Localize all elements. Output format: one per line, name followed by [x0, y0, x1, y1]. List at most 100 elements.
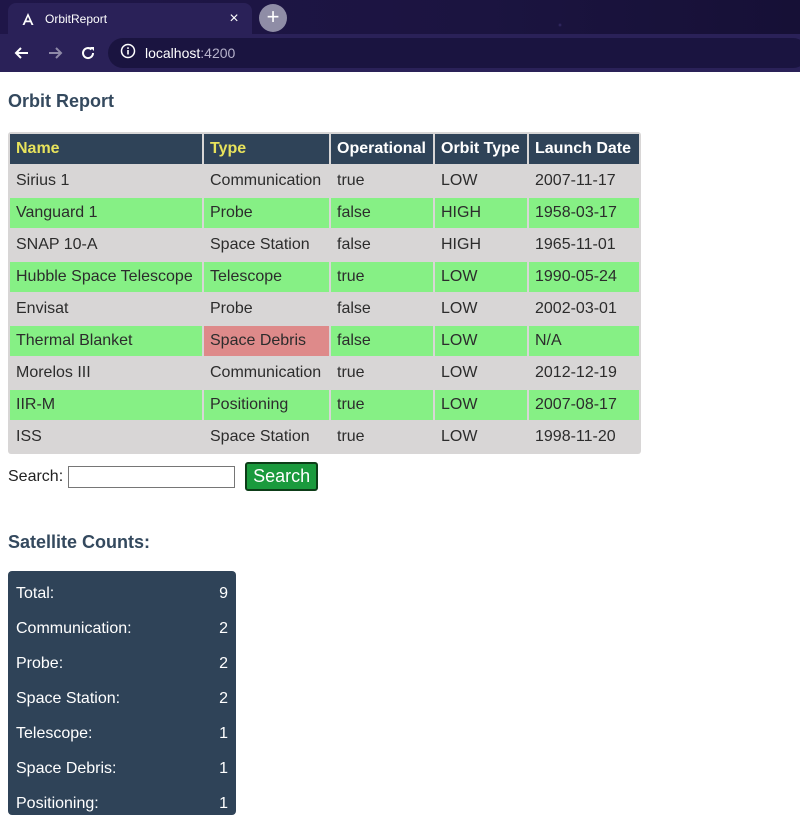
cell-operational: true: [331, 422, 433, 452]
cell-operational: true: [331, 390, 433, 420]
count-label: Positioning:: [16, 794, 99, 812]
cell-type: Probe: [204, 198, 329, 228]
cell-type: Communication: [204, 358, 329, 388]
cell-launch-date: 1998-11-20: [529, 422, 639, 452]
cell-name: Envisat: [10, 294, 202, 324]
cell-operational: false: [331, 326, 433, 356]
count-value: 9: [219, 584, 228, 602]
count-label: Space Debris:: [16, 759, 117, 777]
count-row: Space Station: 2: [16, 681, 228, 716]
table-row: SNAP 10-A Space Station false HIGH 1965-11-0…: [10, 230, 639, 260]
cell-orbit-type: LOW: [435, 326, 527, 356]
count-row: Positioning: 1: [16, 786, 228, 821]
cell-launch-date: 1958-03-17: [529, 198, 639, 228]
header-launch-date: Launch Date: [529, 134, 639, 164]
cell-name: ISS: [10, 422, 202, 452]
table-row: Morelos III Communication true LOW 2012-12-1…: [10, 358, 639, 388]
cell-operational: false: [331, 294, 433, 324]
cell-launch-date: 2007-08-17: [529, 390, 639, 420]
cell-launch-date: 1990-05-24: [529, 262, 639, 292]
address-bar[interactable]: localhost:4200: [108, 38, 800, 68]
cell-launch-date: 2007-11-17: [529, 166, 639, 196]
table-row: Vanguard 1 Probe false HIGH 1958-03-17: [10, 198, 639, 228]
table-row: Thermal Blanket Space Debris false LOW N/A: [10, 326, 639, 356]
back-arrow-icon[interactable]: [10, 41, 34, 65]
close-tab-icon[interactable]: ×: [226, 10, 242, 27]
cell-name: SNAP 10-A: [10, 230, 202, 260]
angular-logo-icon: [20, 11, 36, 27]
cell-name: Morelos III: [10, 358, 202, 388]
count-row: Space Debris: 1: [16, 751, 228, 786]
cell-orbit-type: LOW: [435, 422, 527, 452]
cell-name: Thermal Blanket: [10, 326, 202, 356]
header-name[interactable]: Name: [10, 134, 202, 164]
reload-icon[interactable]: [76, 41, 100, 65]
table-row: IIR-M Positioning true LOW 2007-08-17: [10, 390, 639, 420]
cell-operational: false: [331, 230, 433, 260]
url-port: :4200: [200, 45, 236, 61]
cell-orbit-type: LOW: [435, 358, 527, 388]
count-value: 1: [219, 759, 228, 777]
search-row: Search: Search: [8, 462, 319, 491]
cell-type: Telescope: [204, 262, 329, 292]
count-row: Telescope: 1: [16, 716, 228, 751]
cell-orbit-type: HIGH: [435, 230, 527, 260]
count-label: Total:: [16, 584, 55, 602]
cell-orbit-type: LOW: [435, 294, 527, 324]
cell-name: Vanguard 1: [10, 198, 202, 228]
header-operational: Operational: [331, 134, 433, 164]
cell-type: Probe: [204, 294, 329, 324]
count-label: Space Station:: [16, 689, 121, 707]
cell-type: Space Station: [204, 230, 329, 260]
cell-operational: true: [331, 358, 433, 388]
count-label: Communication:: [16, 619, 132, 637]
cell-operational: true: [331, 262, 433, 292]
browser-toolbar: localhost:4200: [0, 34, 800, 72]
cell-orbit-type: LOW: [435, 390, 527, 420]
browser-tabstrip: OrbitReport × +: [0, 0, 800, 34]
new-tab-button[interactable]: +: [259, 4, 287, 32]
count-value: 2: [219, 654, 228, 672]
table-row: Sirius 1 Communication true LOW 2007-11-17: [10, 166, 639, 196]
search-input[interactable]: [68, 465, 236, 488]
tab-title: OrbitReport: [45, 11, 108, 26]
table-header-row: Name Type Operational Orbit Type Launch …: [10, 134, 639, 164]
forward-arrow-icon[interactable]: [43, 41, 67, 65]
count-row: Probe: 2: [16, 646, 228, 681]
count-value: 1: [219, 794, 228, 812]
browser-tab[interactable]: OrbitReport ×: [8, 3, 252, 34]
cell-operational: false: [331, 198, 433, 228]
cell-operational: true: [331, 166, 433, 196]
count-value: 2: [219, 619, 228, 637]
cell-launch-date: 1965-11-01: [529, 230, 639, 260]
count-label: Telescope:: [16, 724, 93, 742]
satellite-counts-title: Satellite Counts:: [8, 532, 151, 552]
count-value: 1: [219, 724, 228, 742]
cell-launch-date: 2002-03-01: [529, 294, 639, 324]
cell-launch-date: 2012-12-19: [529, 358, 639, 388]
orbit-report-table: Name Type Operational Orbit Type Launch …: [8, 132, 641, 454]
search-label: Search:: [8, 467, 64, 485]
header-type[interactable]: Type: [204, 134, 329, 164]
cell-type: Space Station: [204, 422, 329, 452]
table-row: Hubble Space Telescope Telescope true LOW 19…: [10, 262, 639, 292]
count-value: 2: [219, 689, 228, 707]
cell-name: IIR-M: [10, 390, 202, 420]
table-row: Envisat Probe false LOW 2002-03-01: [10, 294, 639, 324]
satellite-counts-panel: Total: 9 Communication: 2 Probe: 2 Space Stati…: [8, 571, 236, 815]
search-button[interactable]: Search: [245, 462, 319, 491]
table-body: Sirius 1 Communication true LOW 2007-11-17 Va…: [10, 166, 639, 452]
cell-orbit-type: LOW: [435, 166, 527, 196]
cell-name: Hubble Space Telescope: [10, 262, 202, 292]
url-host: localhost: [145, 45, 201, 61]
cell-orbit-type: HIGH: [435, 198, 527, 228]
cell-launch-date: N/A: [529, 326, 639, 356]
page-title: Orbit Report: [8, 91, 114, 111]
count-label: Probe:: [16, 654, 64, 672]
table-row: ISS Space Station true LOW 1998-11-20: [10, 422, 639, 452]
header-orbit-type: Orbit Type: [435, 134, 527, 164]
cell-name: Sirius 1: [10, 166, 202, 196]
site-info-icon[interactable]: [120, 43, 136, 64]
cell-orbit-type: LOW: [435, 262, 527, 292]
cell-type: Space Debris: [204, 326, 329, 356]
